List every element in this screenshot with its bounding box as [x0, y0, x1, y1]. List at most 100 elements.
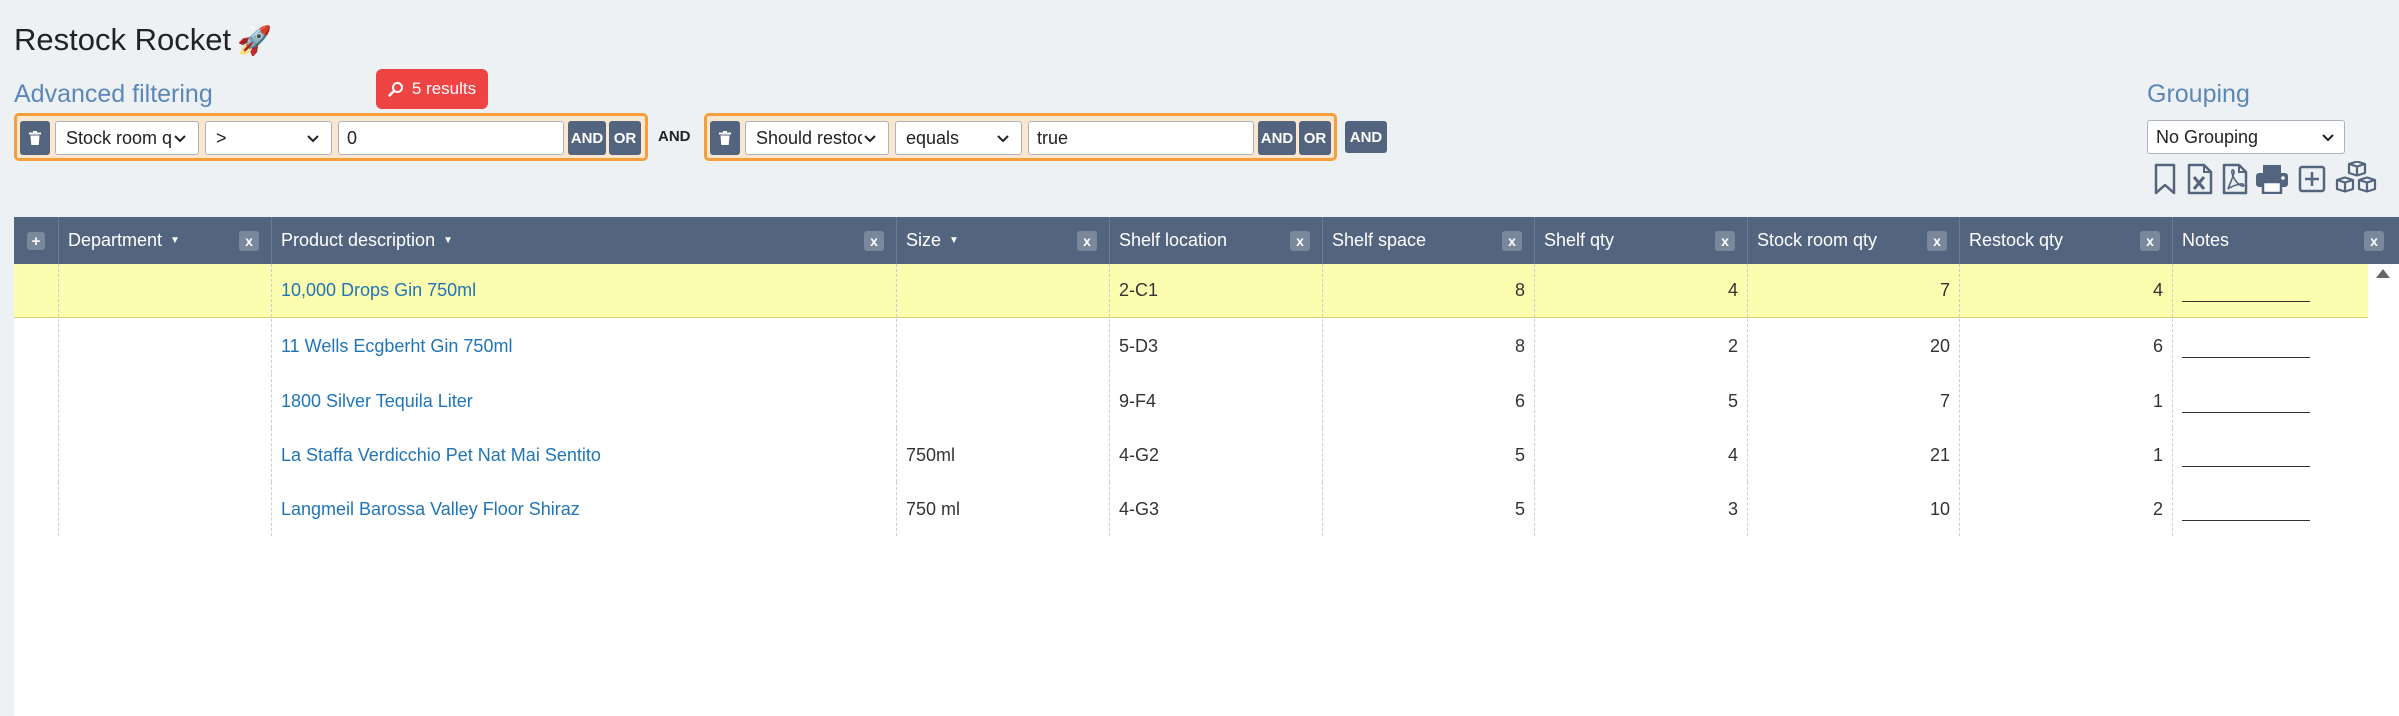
department-cell: [59, 374, 272, 428]
product-cell[interactable]: 1800 Silver Tequila Liter: [272, 374, 897, 428]
pdf-icon[interactable]: [2220, 162, 2250, 196]
results-count: 5 results: [411, 79, 477, 98]
filter-value-input[interactable]: true: [1028, 121, 1254, 155]
remove-column-button[interactable]: x: [1502, 231, 1522, 251]
notes-cell: [2173, 374, 2368, 428]
add-row-button[interactable]: +: [27, 232, 45, 250]
boxes-icon[interactable]: [2333, 161, 2379, 196]
excel-icon[interactable]: [2185, 162, 2215, 196]
remove-column-button[interactable]: x: [1290, 231, 1310, 251]
app-title-text: Restock Rocket: [14, 22, 232, 57]
stock-room-qty-cell: 10: [1748, 482, 1960, 536]
product-cell[interactable]: Langmeil Barossa Valley Floor Shiraz: [272, 482, 897, 536]
row-select-cell: [14, 264, 59, 317]
remove-column-button[interactable]: x: [1927, 231, 1947, 251]
notes-cell: [2173, 264, 2368, 317]
remove-column-button[interactable]: x: [1077, 231, 1097, 251]
header-label: Department: [68, 230, 163, 250]
header-label: Shelf qty: [1544, 230, 1615, 250]
header-notes[interactable]: Notes x: [2173, 217, 2399, 264]
trash-icon: [29, 131, 41, 145]
shelf-space-cell: 5: [1323, 428, 1535, 482]
notes-blank-line: [2182, 508, 2310, 521]
sort-caret-icon[interactable]: ▼: [170, 235, 180, 246]
chevron-down-icon: [2322, 134, 2334, 142]
shelf-location-cell: 9-F4: [1110, 374, 1323, 428]
restock-qty-cell: 4: [1960, 264, 2173, 317]
remove-column-button[interactable]: x: [864, 231, 884, 251]
department-cell: [59, 482, 272, 536]
product-cell[interactable]: 10,000 Drops Gin 750ml: [272, 264, 897, 317]
filter-and-button[interactable]: AND: [568, 121, 606, 155]
table-row[interactable]: La Staffa Verdicchio Pet Nat Mai Sentito…: [14, 428, 2368, 482]
bookmark-icon[interactable]: [2151, 162, 2179, 196]
filter-and-button[interactable]: AND: [1258, 121, 1296, 155]
stock-room-qty-cell: 7: [1748, 264, 1960, 317]
scroll-up-arrow-icon[interactable]: [2376, 269, 2390, 278]
header-add-cell: +: [14, 217, 59, 264]
grouping-label: Grouping: [2147, 80, 2250, 108]
remove-column-button[interactable]: x: [239, 231, 259, 251]
table-row[interactable]: 10,000 Drops Gin 750ml 2-C1 8 4 7 4: [14, 264, 2368, 318]
add-filter-and-button[interactable]: AND: [1345, 121, 1387, 153]
shelf-space-cell: 6: [1323, 374, 1535, 428]
product-cell[interactable]: La Staffa Verdicchio Pet Nat Mai Sentito: [272, 428, 897, 482]
department-cell: [59, 264, 272, 317]
shelf-qty-cell: 4: [1535, 428, 1748, 482]
filter-field-select[interactable]: Stock room q: [55, 121, 199, 155]
filter-value-text: 0: [347, 127, 358, 148]
notes-cell: [2173, 428, 2368, 482]
notes-blank-line: [2182, 454, 2310, 467]
filter-field-value: Stock room q: [66, 127, 172, 148]
stock-room-qty-cell: 7: [1748, 374, 1960, 428]
product-cell[interactable]: 11 Wells Ecgberht Gin 750ml: [272, 319, 897, 373]
sort-caret-icon[interactable]: ▼: [949, 235, 959, 246]
remove-column-button[interactable]: x: [1715, 231, 1735, 251]
table-row[interactable]: 1800 Silver Tequila Liter 9-F4 6 5 7 1: [14, 374, 2368, 428]
table-header: + Department ▼ x Product description ▼ x S…: [14, 217, 2399, 264]
chevron-down-icon: [864, 135, 876, 143]
header-label: Shelf location: [1119, 230, 1228, 250]
shelf-space-cell: 8: [1323, 319, 1535, 373]
delete-filter-button[interactable]: [20, 121, 50, 155]
size-cell: [897, 374, 1110, 428]
filter-or-button[interactable]: OR: [609, 121, 641, 155]
print-icon[interactable]: [2255, 162, 2289, 196]
filter-operator-select[interactable]: equals: [895, 121, 1022, 155]
notes-blank-line: [2182, 345, 2310, 358]
size-cell: 750ml: [897, 428, 1110, 482]
shelf-space-cell: 5: [1323, 482, 1535, 536]
header-label: Stock room qty: [1757, 230, 1878, 250]
size-cell: [897, 264, 1110, 317]
sort-caret-icon[interactable]: ▼: [443, 235, 453, 246]
shelf-qty-cell: 2: [1535, 319, 1748, 373]
header-shelf-location[interactable]: Shelf location x: [1110, 217, 1323, 264]
filter-operator-value: equals: [906, 127, 960, 148]
row-select-cell: [14, 374, 59, 428]
add-column-icon[interactable]: [2297, 162, 2327, 196]
grouping-select[interactable]: No Grouping: [2147, 120, 2345, 154]
remove-column-button[interactable]: x: [2140, 231, 2160, 251]
header-restock-qty[interactable]: Restock qty x: [1960, 217, 2173, 264]
header-department[interactable]: Department ▼ x: [59, 217, 272, 264]
table-row[interactable]: Langmeil Barossa Valley Floor Shiraz 750 …: [14, 482, 2368, 536]
shelf-qty-cell: 5: [1535, 374, 1748, 428]
rocket-icon: 🚀: [237, 25, 272, 56]
filter-or-button[interactable]: OR: [1299, 121, 1331, 155]
row-select-cell: [14, 428, 59, 482]
filter-field-select[interactable]: Should restoc: [745, 121, 889, 155]
row-select-cell: [14, 319, 59, 373]
header-size[interactable]: Size ▼ x: [897, 217, 1110, 264]
header-shelf-space[interactable]: Shelf space x: [1323, 217, 1535, 264]
filter-operator-select[interactable]: >: [205, 121, 332, 155]
table-row[interactable]: 11 Wells Ecgberht Gin 750ml 5-D3 8 2 20 6: [14, 319, 2368, 373]
header-stock-room-qty[interactable]: Stock room qty x: [1748, 217, 1960, 264]
header-product-description[interactable]: Product description ▼ x: [272, 217, 897, 264]
header-label: Restock qty: [1969, 230, 2064, 250]
remove-column-button[interactable]: x: [2364, 231, 2384, 251]
filter-group-2: Should restoc equals true AND OR: [704, 113, 1337, 161]
delete-filter-button[interactable]: [710, 121, 740, 155]
department-cell: [59, 428, 272, 482]
filter-value-input[interactable]: 0: [338, 121, 564, 155]
header-shelf-qty[interactable]: Shelf qty x: [1535, 217, 1748, 264]
